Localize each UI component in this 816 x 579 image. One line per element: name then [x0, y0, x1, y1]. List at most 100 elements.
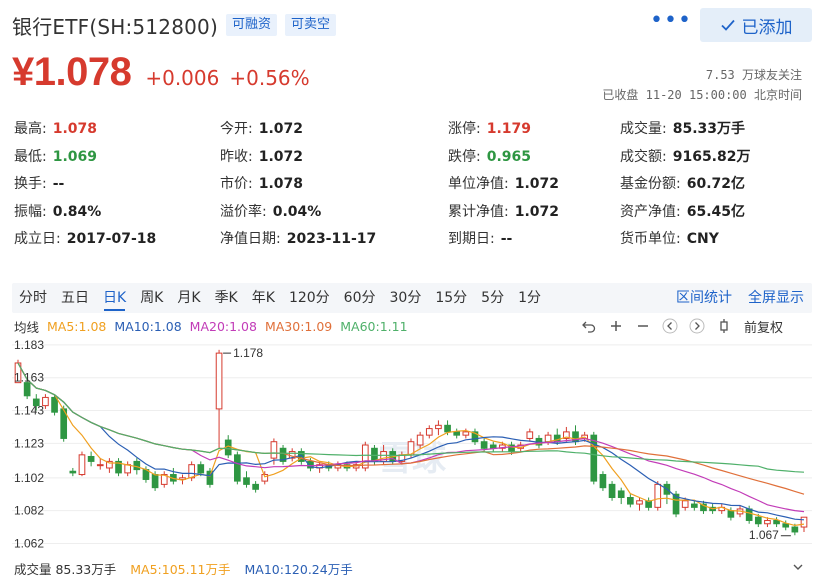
followers-count[interactable]: 7.53 万球友关注: [706, 66, 802, 83]
candle-body: [745, 508, 753, 521]
candle-body: [188, 464, 195, 479]
ma-item-3: MA30:1.09: [264, 318, 333, 334]
candle-body: [636, 500, 643, 505]
y-tick-label: 1.062: [14, 536, 44, 550]
min-label: 1.067: [749, 528, 779, 542]
tab-6[interactable]: 年K: [245, 283, 282, 313]
chevron-right-icon[interactable]: [688, 317, 706, 335]
quote-label: 溢价率:: [220, 203, 267, 220]
ma-legend: 均线 MA5:1.08 MA10:1.08 MA20:1.08 MA30:1.09 MA6…: [14, 317, 416, 335]
tab-1[interactable]: 五日: [54, 283, 96, 313]
zoom-out-icon[interactable]: [634, 317, 652, 335]
quote-value: 1.078: [258, 176, 304, 192]
margin-tag[interactable]: 可融资: [225, 14, 277, 36]
current-price: ¥1.078: [12, 50, 132, 94]
tab-4[interactable]: 月K: [170, 283, 207, 313]
quote-label: 昨收:: [220, 148, 253, 165]
tab-3[interactable]: 周K: [133, 283, 170, 313]
tab-0[interactable]: 分时: [12, 283, 54, 313]
tab-8[interactable]: 60分: [337, 283, 383, 313]
quote-label: 涨停:: [448, 121, 481, 137]
quote-label: 跌停:: [448, 148, 481, 165]
range-stats-link[interactable]: 区间统计: [668, 283, 740, 313]
quote-low: 最低: 1.069: [14, 146, 97, 166]
candle-body: [453, 431, 461, 436]
candle-body: [425, 428, 433, 436]
candle-body: [462, 431, 470, 436]
candle-body: [243, 477, 250, 485]
quote-turnover: 成交额: 9165.82万: [620, 146, 750, 166]
quote-row: 最高: 1.078 今开: 1.072 涨停: 1.179 成交量: 85.33万手: [14, 118, 804, 146]
tab-2[interactable]: 日K: [96, 283, 133, 313]
quote-turnover-rate: 换手: --: [14, 173, 64, 193]
quote-high: 最高: 1.078: [14, 118, 97, 138]
candle-body: [654, 483, 662, 508]
quote-value: 1.078: [52, 121, 98, 137]
quote-premium-rate: 溢价率: 0.04%: [220, 201, 321, 221]
fullscreen-link[interactable]: 全屏显示: [740, 283, 812, 313]
candle-body: [627, 497, 634, 505]
quote-value: 0.965: [486, 148, 532, 165]
chart-controls: 前复权: [580, 317, 783, 336]
ma-item-0: MA5:1.08: [47, 318, 107, 334]
added-watchlist-button[interactable]: 已添加: [700, 8, 812, 42]
quote-value: 1.072: [258, 148, 304, 165]
quote-row: 最低: 1.069 昨收: 1.072 跌停: 0.965 成交额: 9165.82万: [14, 146, 804, 174]
quote-inception-date: 成立日: 2017-07-18: [14, 228, 156, 248]
candle-body: [416, 434, 424, 446]
candle-body: [791, 526, 799, 533]
quote-value: 60.72亿: [686, 176, 746, 192]
tab-10[interactable]: 15分: [428, 283, 474, 313]
quote-limit-down: 跌停: 0.965: [448, 146, 531, 166]
market-status: 已收盘 11-20 15:00:00 北京时间: [602, 88, 802, 102]
candle-body: [727, 510, 735, 518]
candle-icon[interactable]: [715, 317, 733, 335]
zoom-in-icon[interactable]: [607, 317, 625, 335]
period-tabs: 分时 五日 日K 周K 月K 季K 年K 120分 60分 30分 15分 5分 1分 区间统计 全屏显示: [12, 283, 812, 313]
quote-value: 85.33万手: [672, 121, 746, 137]
tab-7[interactable]: 120分: [282, 283, 337, 313]
volume-item-0: 成交量 85.33万手: [14, 561, 117, 577]
tab-12[interactable]: 1分: [511, 283, 548, 313]
chevron-left-icon[interactable]: [661, 317, 679, 335]
quote-label: 资产净值:: [620, 203, 681, 220]
candle-body: [599, 474, 607, 489]
short-tag[interactable]: 可卖空: [285, 14, 337, 36]
quote-net-assets: 资产净值: 65.45亿: [620, 201, 745, 221]
quote-unit-nav: 单位净值: 1.072: [448, 173, 559, 193]
ma20-line: [17, 362, 805, 513]
tab-9[interactable]: 30分: [383, 283, 429, 313]
title-row: 银行ETF(SH:512800) 可融资 可卖空: [12, 10, 337, 40]
tab-11[interactable]: 5分: [474, 283, 511, 313]
more-button[interactable]: •••: [650, 8, 692, 33]
ma-item-2: MA20:1.08: [189, 318, 257, 334]
tab-5[interactable]: 季K: [208, 283, 245, 313]
quote-label: 累计净值:: [448, 203, 509, 220]
quote-table: 最高: 1.078 今开: 1.072 涨停: 1.179 成交量: 85.33万手最低: 1.…: [14, 118, 804, 256]
candle-body: [773, 519, 780, 525]
quote-limit-up: 涨停: 1.179: [448, 118, 531, 138]
quote-label: 成交量:: [620, 121, 667, 137]
chevron-down-icon[interactable]: [792, 561, 804, 573]
adjust-mode[interactable]: 前复权: [744, 317, 783, 336]
volume-item-2: MA10:120.24万手: [244, 561, 353, 577]
quote-label: 货币单位:: [620, 231, 681, 247]
quote-open: 今开: 1.072: [220, 118, 303, 138]
quote-value: 0.04%: [272, 203, 322, 220]
quote-market-price: 市价: 1.078: [220, 173, 303, 193]
quote-value: 65.45亿: [686, 203, 746, 220]
quote-label: 最高:: [14, 121, 47, 137]
quote-row: 振幅: 0.84% 溢价率: 0.04% 累计净值: 1.072 资产净值: 65.45亿: [14, 201, 804, 229]
stock-title: 银行ETF(SH:512800): [12, 14, 218, 39]
kline-chart[interactable]: 雪球1.1831.1631.1431.1231.1021.0821.0621.1…: [12, 338, 812, 556]
tab-actions: 区间统计 全屏显示: [668, 283, 812, 313]
max-label: 1.178: [233, 346, 263, 360]
quote-value: 2017-07-18: [66, 231, 157, 247]
y-tick-label: 1.163: [14, 371, 44, 385]
candle-body: [690, 503, 698, 508]
quote-value: 1.072: [514, 176, 560, 192]
quote-value: 1.069: [52, 148, 98, 165]
quote-cum-nav: 累计净值: 1.072: [448, 201, 559, 221]
undo-icon[interactable]: [580, 317, 598, 335]
candle-body: [87, 455, 95, 462]
